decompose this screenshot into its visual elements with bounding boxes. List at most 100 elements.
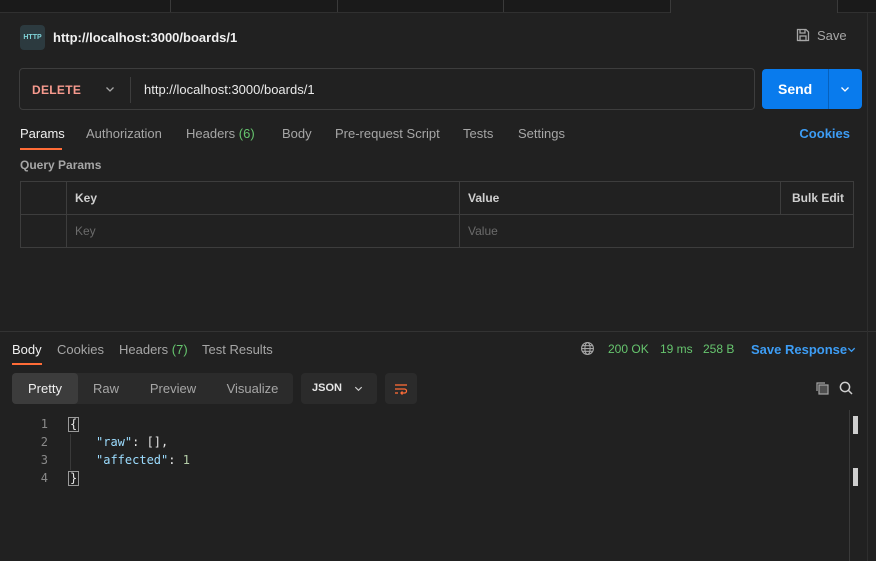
tab-label: Authorization	[86, 126, 162, 141]
send-divider	[828, 69, 829, 109]
tab-label: Pre-request Script	[335, 126, 440, 141]
column-divider	[780, 182, 781, 214]
line-number: 3	[40, 453, 48, 467]
http-icon-text: HTTP	[23, 34, 42, 41]
tab-test-results[interactable]: Test Results	[202, 342, 273, 357]
view-visualize[interactable]: Visualize	[212, 373, 293, 404]
bulk-edit-button[interactable]: Bulk Edit	[792, 191, 844, 205]
scrollbar-marker[interactable]	[853, 468, 858, 486]
tab-label: Cookies	[57, 342, 104, 357]
view-raw[interactable]: Raw	[78, 373, 134, 404]
tab-label: Params	[20, 126, 65, 141]
line-number: 2	[40, 435, 48, 449]
save-response-button[interactable]: Save Response	[751, 342, 847, 357]
json-separator: :	[168, 453, 183, 467]
column-divider	[66, 215, 67, 248]
tab-pre-request-script[interactable]: Pre-request Script	[335, 126, 440, 141]
wrap-lines-icon	[395, 383, 408, 395]
active-tab-indicator	[20, 148, 62, 150]
wrap-lines-button[interactable]	[385, 373, 417, 404]
chevron-down-icon	[354, 386, 363, 392]
line-number: 1	[40, 417, 48, 431]
tab-label: Headers	[119, 342, 169, 357]
tab-label: Headers	[186, 126, 236, 141]
tab-response-body[interactable]: Body	[12, 342, 42, 357]
format-label: JSON	[312, 382, 342, 394]
headers-count: (7)	[171, 342, 188, 357]
format-select[interactable]: JSON	[301, 373, 377, 404]
cookies-link[interactable]: Cookies	[799, 126, 850, 141]
tab-label: Body	[282, 126, 312, 141]
response-tabs: Body Cookies Headers (7) Test Results 20…	[12, 341, 872, 365]
code-line: 1 {	[0, 416, 850, 434]
query-params-table: Key Value Bulk Edit Key Value	[20, 181, 854, 248]
send-button[interactable]: Send	[762, 69, 862, 109]
tab-authorization[interactable]: Authorization	[86, 126, 162, 141]
active-tab-indicator	[12, 363, 42, 365]
json-key: "raw"	[96, 435, 133, 449]
tab-response-headers[interactable]: Headers (7)	[119, 342, 188, 357]
code-line: 4 }	[0, 470, 850, 488]
url-divider	[130, 77, 131, 103]
request-tabs: Params Authorization Headers (6) Body Pr…	[20, 124, 860, 150]
tab-params[interactable]: Params	[20, 126, 65, 141]
json-key: "affected"	[96, 453, 169, 467]
scrollbar-track	[849, 410, 850, 561]
close-brace: }	[68, 471, 80, 486]
json-value: 1	[182, 453, 190, 467]
view-preview[interactable]: Preview	[134, 373, 212, 404]
indent-guide	[70, 434, 71, 470]
chevron-down-icon[interactable]	[104, 83, 116, 95]
column-divider	[66, 182, 67, 214]
tab-body[interactable]: Body	[282, 126, 312, 141]
tab-label: Settings	[518, 126, 565, 141]
column-divider	[459, 215, 460, 248]
open-brace: {	[68, 417, 80, 432]
url-input[interactable]: http://localhost:3000/boards/1	[144, 82, 315, 97]
scrollbar-marker[interactable]	[853, 416, 858, 434]
chevron-down-icon[interactable]	[846, 344, 857, 355]
json-value: : [],	[132, 435, 169, 449]
copy-icon[interactable]	[814, 380, 830, 396]
headers-count: (6)	[238, 126, 255, 141]
code-line: 3 "affected": 1	[0, 452, 850, 470]
value-input[interactable]: Value	[468, 224, 498, 238]
request-header: HTTP http://localhost:3000/boards/1 Save	[0, 13, 876, 63]
send-label: Send	[778, 81, 813, 97]
view-mode-switch: Pretty Raw Preview Visualize	[12, 373, 293, 404]
save-label: Save	[817, 27, 847, 43]
column-divider	[459, 182, 460, 214]
url-bar: DELETE http://localhost:3000/boards/1	[19, 68, 755, 110]
table-row: Key Value	[21, 215, 853, 248]
tab-label: Body	[12, 342, 42, 357]
tab-divider	[170, 0, 171, 12]
save-icon	[796, 28, 810, 42]
tab-response-cookies[interactable]: Cookies	[57, 342, 104, 357]
value-column-header: Value	[468, 191, 500, 205]
request-title[interactable]: http://localhost:3000/boards/1	[53, 30, 237, 45]
active-request-tab[interactable]	[670, 0, 838, 13]
save-button[interactable]: Save	[795, 27, 847, 43]
response-time[interactable]: 19 ms	[660, 342, 693, 356]
tab-divider	[503, 0, 504, 12]
line-number: 4	[40, 471, 48, 485]
chevron-down-icon[interactable]	[839, 83, 851, 95]
globe-icon[interactable]	[580, 341, 595, 356]
key-column-header: Key	[75, 191, 98, 205]
panel-divider[interactable]	[0, 331, 876, 332]
tab-settings[interactable]: Settings	[518, 126, 565, 141]
status-code[interactable]: 200 OK	[608, 342, 649, 356]
top-tab-strip	[0, 0, 876, 13]
table-header-row: Key Value Bulk Edit	[21, 182, 853, 215]
key-input[interactable]: Key	[75, 224, 96, 238]
tab-label: Test Results	[202, 342, 273, 357]
tab-divider	[337, 0, 338, 12]
tab-headers[interactable]: Headers (6)	[186, 126, 255, 141]
tab-tests[interactable]: Tests	[463, 126, 493, 141]
method-select[interactable]: DELETE	[32, 83, 81, 97]
search-icon[interactable]	[838, 380, 854, 396]
response-size[interactable]: 258 B	[703, 342, 734, 356]
view-pretty[interactable]: Pretty	[12, 373, 78, 404]
query-params-label: Query Params	[20, 158, 102, 172]
code-line: 2 "raw": [],	[0, 434, 850, 452]
